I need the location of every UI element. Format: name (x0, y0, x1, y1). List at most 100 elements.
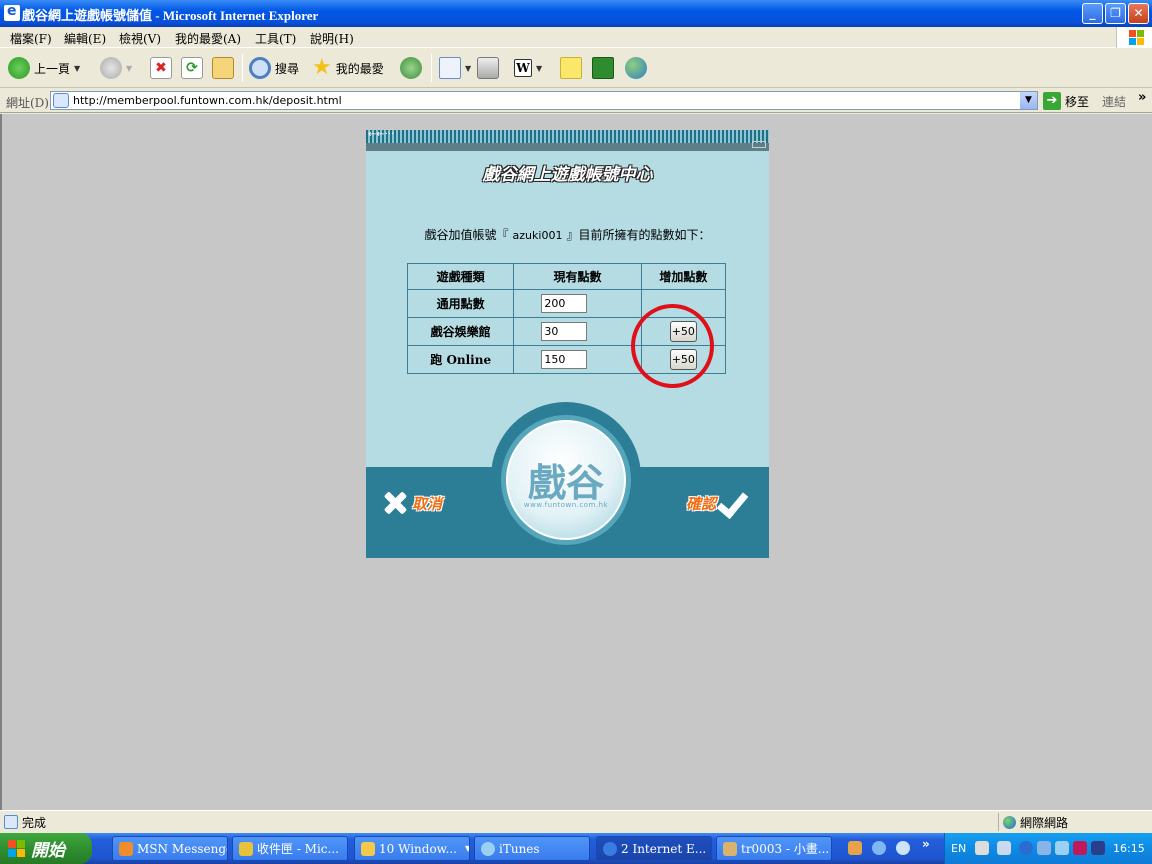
status-bar: 完成 網際網路 (0, 810, 1152, 832)
chevron-right-icon[interactable]: » (1138, 90, 1146, 105)
forward-button[interactable]: ▼ (100, 56, 132, 80)
strip-label: ←←··· (368, 130, 395, 140)
stop-icon: ✖ (150, 57, 172, 79)
star-icon: ★ (312, 55, 332, 80)
edit-button[interactable]: W ▼ (514, 56, 542, 80)
address-input[interactable]: http://memberpool.funtown.com.hk/deposit… (50, 91, 1038, 110)
stop-button[interactable]: ✖ (150, 56, 172, 80)
menu-favorites[interactable]: 我的最愛(A) (175, 30, 241, 47)
chevron-down-icon[interactable]: ▼ (465, 64, 471, 73)
points-input[interactable]: 150 (541, 350, 588, 369)
points-input[interactable]: 200 (541, 294, 588, 313)
outlook-icon (239, 841, 253, 856)
menu-file[interactable]: 檔案(F) (10, 30, 52, 47)
intro-text-after: 』目前所擁有的點數如下： (566, 228, 711, 242)
chevron-right-icon[interactable]: » (922, 837, 930, 851)
menu-view[interactable]: 檢視(V) (119, 30, 161, 47)
note-button[interactable] (560, 56, 582, 80)
highlight-circle (631, 304, 714, 388)
menu-help[interactable]: 說明(H) (310, 30, 354, 47)
page-icon (53, 93, 69, 108)
cancel-button[interactable]: 取消 (380, 488, 442, 518)
paint-icon (723, 841, 737, 856)
header-add-points: 增加點數 (640, 263, 727, 290)
task-outlook[interactable]: 收件匣 - Mic... (232, 836, 348, 861)
task-explorer-group[interactable]: 10 Window... ▼ (354, 836, 470, 861)
task-label: 2 Internet E... (621, 841, 707, 856)
media-icon[interactable] (1073, 841, 1087, 855)
header-game-type: 遊戲種類 (406, 263, 515, 290)
address-url[interactable]: http://memberpool.funtown.com.hk/deposit… (73, 94, 342, 107)
address-bar: 網址(D) http://memberpool.funtown.com.hk/d… (0, 89, 1152, 113)
menu-bar: 檔案(F) 編輯(E) 檢視(V) 我的最愛(A) 工具(T) 說明(H) (0, 27, 1152, 48)
audio-icon[interactable] (1091, 841, 1105, 855)
status-text: 完成 (22, 816, 47, 830)
favorites-button[interactable]: ★ 我的最愛 (312, 56, 384, 80)
icq-button[interactable] (592, 56, 614, 80)
refresh-icon: ⟳ (181, 57, 203, 79)
menu-edit[interactable]: 編輯(E) (64, 30, 106, 47)
cancel-label: 取消 (412, 494, 443, 513)
back-button[interactable]: 上一頁 ▼ (8, 56, 80, 80)
start-button[interactable]: 開始 (0, 833, 92, 864)
task-internet-explorer[interactable]: 2 Internet E... ▼ (596, 836, 712, 861)
close-button[interactable]: ✕ (1128, 3, 1149, 24)
home-button[interactable] (212, 56, 234, 80)
account-intro: 戲谷加值帳號『 azuki001 』目前所擁有的點數如下： (366, 226, 769, 243)
go-button[interactable]: ➔ 移至 (1043, 92, 1089, 110)
search-label: 搜尋 (275, 61, 300, 76)
go-arrow-icon: ➔ (1043, 92, 1061, 110)
printer-icon (477, 57, 499, 79)
game-name: 跑 Online (406, 345, 515, 374)
menu-tools[interactable]: 工具(T) (255, 30, 296, 47)
zone-label: 網際網路 (1020, 815, 1069, 830)
toolbar: 上一頁 ▼ ▼ ✖ ⟳ 搜尋 ★ 我的最愛 ▼ W ▼ (0, 48, 1152, 88)
history-button[interactable] (400, 56, 422, 80)
history-icon (400, 57, 422, 79)
funtown-logo: 戲谷 www.funtown.com.hk (506, 420, 626, 540)
help-icon[interactable] (997, 841, 1011, 855)
confirm-button[interactable]: 確認 (686, 488, 750, 518)
search-button[interactable]: 搜尋 (249, 56, 299, 80)
messenger-button[interactable] (625, 56, 647, 80)
minimize-button[interactable]: _ (1082, 3, 1103, 24)
task-msn[interactable]: MSN Messenger (112, 836, 228, 861)
ie-icon (4, 3, 20, 21)
quicklaunch-icon[interactable] (896, 841, 910, 855)
chevron-left-icon[interactable] (1019, 841, 1033, 855)
chevron-down-icon[interactable]: ▼ (1020, 92, 1037, 109)
links-button[interactable]: 連結 (1102, 93, 1126, 110)
back-arrow-icon (8, 57, 30, 79)
quicklaunch-icon[interactable] (848, 841, 862, 855)
security-zone: 網際網路 (998, 813, 1068, 831)
taskbar: 開始 MSN Messenger 收件匣 - Mic... 10 Window.… (0, 833, 1152, 864)
chevron-down-icon[interactable]: ▼ (536, 64, 542, 73)
go-label: 移至 (1065, 94, 1090, 109)
search-icon (249, 57, 271, 79)
keyboard-icon[interactable] (975, 841, 989, 855)
maximize-button[interactable]: ❐ (1105, 3, 1126, 24)
task-itunes[interactable]: iTunes (474, 836, 590, 861)
window-title: 戲谷網上遊戲帳號儲值 - Microsoft Internet Explorer (22, 8, 319, 23)
chevron-down-icon[interactable]: ▼ (126, 64, 132, 73)
note-icon (560, 57, 582, 79)
toolbar-divider (242, 54, 243, 82)
account-name: azuki001 (512, 229, 563, 242)
mail-button[interactable]: ▼ (439, 56, 471, 80)
network-icon[interactable] (1037, 841, 1051, 855)
forward-arrow-icon (100, 57, 122, 79)
refresh-button[interactable]: ⟳ (181, 56, 203, 80)
points-input[interactable]: 30 (541, 322, 588, 341)
task-label: MSN Messenger (137, 841, 227, 856)
itunes-icon (481, 841, 495, 856)
chevron-down-icon[interactable]: ▼ (74, 64, 80, 73)
task-label: 10 Window... (379, 841, 457, 856)
task-paint[interactable]: tr0003 - 小畫... (716, 836, 832, 861)
table-header-row: 遊戲種類 現有點數 增加點數 (406, 263, 727, 290)
messenger-icon[interactable] (1055, 841, 1069, 855)
game-name: 戲谷娛樂館 (406, 317, 515, 346)
favorites-label: 我的最愛 (335, 61, 384, 76)
language-indicator[interactable]: EN (951, 842, 966, 855)
print-button[interactable] (477, 56, 499, 80)
quicklaunch-icon[interactable] (872, 841, 886, 855)
